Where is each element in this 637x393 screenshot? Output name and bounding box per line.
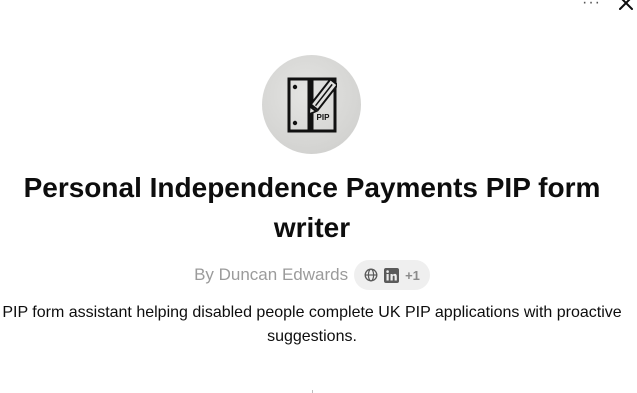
avatar-label: PIP (316, 113, 330, 122)
pip-form-pencil-icon: PIP (287, 77, 337, 132)
gpt-description: PIP form assistant helping disabled peop… (2, 304, 622, 345)
close-icon (619, 0, 633, 10)
gpt-avatar: PIP (262, 55, 361, 154)
more-options-button[interactable]: ··· (582, 0, 601, 11)
byline: By Duncan Edwards +1 (0, 260, 624, 290)
extra-links-count[interactable]: +1 (405, 268, 420, 283)
close-button[interactable] (615, 0, 637, 14)
globe-icon[interactable] (364, 268, 378, 282)
dialog-controls: ··· (582, 0, 637, 14)
linkedin-icon[interactable] (384, 267, 400, 283)
author-name: By Duncan Edwards (194, 265, 349, 284)
gpt-title: Personal Independence Payments PIP form … (23, 172, 601, 243)
author-links[interactable]: +1 (354, 260, 430, 290)
gpt-detail-dialog: ··· PIP Personal Independence Payments P… (0, 0, 637, 393)
